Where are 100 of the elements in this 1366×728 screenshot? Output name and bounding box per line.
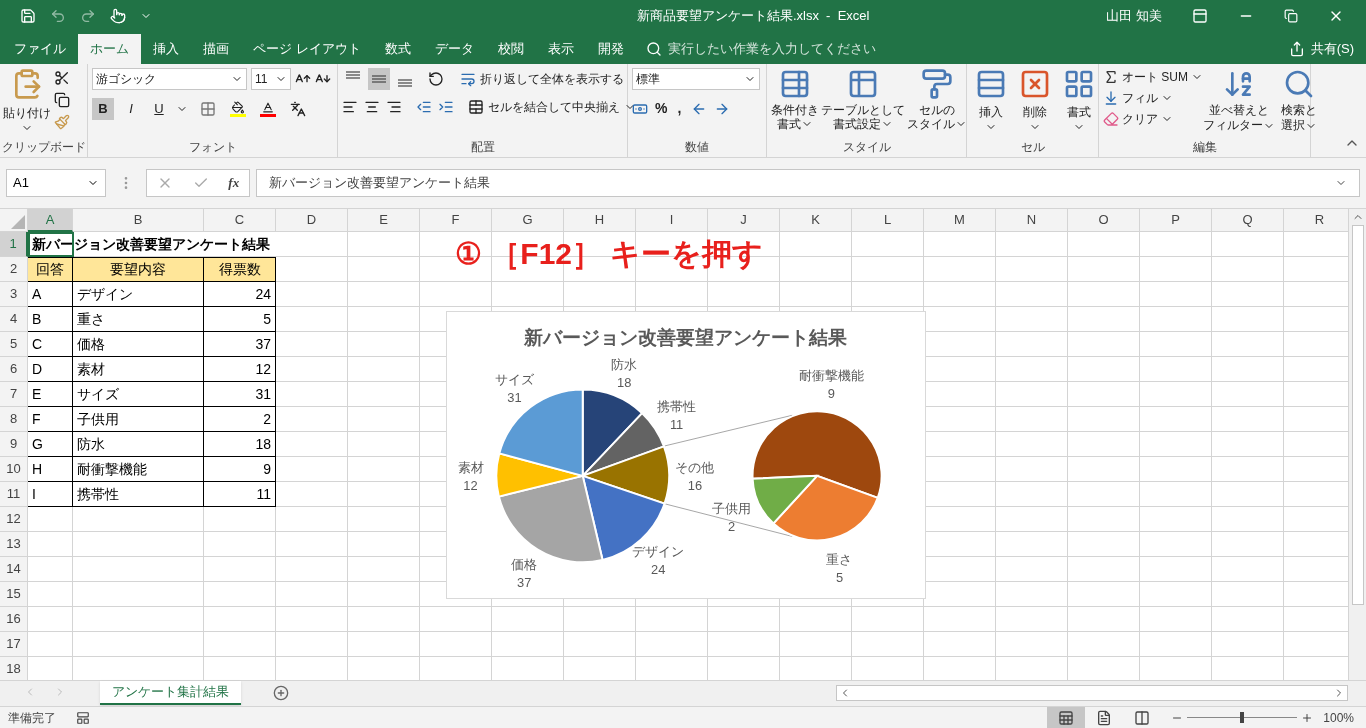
vertical-align-button[interactable] bbox=[368, 68, 390, 90]
edit-button[interactable]: 検索と 選択 bbox=[1281, 68, 1317, 137]
copy-icon[interactable] bbox=[54, 92, 70, 108]
scrollbar-thumb[interactable] bbox=[1351, 225, 1364, 605]
ribbon-tab[interactable]: 描画 bbox=[191, 34, 241, 64]
increase-indent-icon[interactable] bbox=[438, 99, 454, 115]
row-header[interactable]: 2 bbox=[0, 257, 28, 282]
add-sheet-icon[interactable] bbox=[273, 685, 289, 701]
vertical-scrollbar[interactable] bbox=[1348, 209, 1366, 680]
column-header[interactable]: O bbox=[1068, 209, 1140, 232]
column-header[interactable]: B bbox=[73, 209, 204, 232]
style-button[interactable]: 条件付き 書式 bbox=[771, 68, 819, 137]
row-header[interactable]: 10 bbox=[0, 457, 28, 482]
row-header[interactable]: 5 bbox=[0, 332, 28, 357]
column-header[interactable]: J bbox=[708, 209, 780, 232]
share-button[interactable]: 共有(S) bbox=[1288, 34, 1366, 64]
edit-button[interactable]: フィル bbox=[1103, 89, 1203, 107]
ribbon-tab[interactable]: ホーム bbox=[78, 34, 141, 64]
font-color-icon[interactable] bbox=[260, 101, 276, 117]
number-format-field[interactable]: 標準 bbox=[632, 68, 760, 90]
row-header[interactable]: 3 bbox=[0, 282, 28, 307]
ribbon-tab[interactable]: 表示 bbox=[535, 34, 586, 64]
cells-button[interactable]: 削除 bbox=[1019, 68, 1051, 137]
style-button[interactable]: テーブルとして 書式設定 bbox=[821, 68, 905, 137]
column-header[interactable]: D bbox=[276, 209, 348, 232]
touch-icon[interactable] bbox=[110, 8, 126, 24]
row-header[interactable]: 4 bbox=[0, 307, 28, 332]
row-header[interactable]: 9 bbox=[0, 432, 28, 457]
ribbon-tab[interactable]: 開発 bbox=[585, 34, 636, 64]
macro-record-icon[interactable] bbox=[76, 710, 90, 725]
style-button[interactable]: セルの スタイル bbox=[907, 68, 967, 137]
column-header[interactable]: Q bbox=[1212, 209, 1284, 232]
row-header[interactable]: 12 bbox=[0, 507, 28, 532]
column-header[interactable]: P bbox=[1140, 209, 1212, 232]
row-header[interactable]: 16 bbox=[0, 607, 28, 632]
column-header[interactable]: G bbox=[492, 209, 564, 232]
tell-me-field[interactable]: 実行したい作業を入力してください bbox=[645, 34, 876, 64]
align-center-icon[interactable] bbox=[364, 99, 380, 115]
column-header[interactable]: K bbox=[780, 209, 852, 232]
font-style-button[interactable]: U bbox=[148, 98, 170, 120]
font-name-field[interactable]: 游ゴシック bbox=[92, 68, 247, 90]
column-header[interactable]: M bbox=[924, 209, 996, 232]
zoom-slider-thumb[interactable] bbox=[1240, 712, 1245, 723]
cells-button[interactable]: 書式 bbox=[1063, 68, 1095, 137]
column-header[interactable]: C bbox=[204, 209, 276, 232]
align-left-icon[interactable] bbox=[342, 99, 358, 115]
merge-center-button[interactable]: セルを結合して中央揃え bbox=[468, 98, 636, 116]
column-header[interactable]: A bbox=[28, 209, 73, 232]
row-header[interactable]: 14 bbox=[0, 557, 28, 582]
cells-button[interactable]: 挿入 bbox=[975, 68, 1007, 137]
sheet-tab[interactable]: アンケート集計結果 bbox=[100, 681, 241, 705]
wrap-text-button[interactable]: 折り返して全体を表示する bbox=[460, 70, 624, 88]
align-right-icon[interactable] bbox=[386, 99, 402, 115]
font-style-button[interactable]: B bbox=[92, 98, 114, 120]
column-header[interactable]: I bbox=[636, 209, 708, 232]
fill-color-icon[interactable] bbox=[230, 101, 246, 117]
ribbon-tab[interactable]: ページ レイアウト bbox=[241, 34, 373, 64]
row-header[interactable]: 13 bbox=[0, 532, 28, 557]
paste-button[interactable]: 貼り付け bbox=[4, 68, 50, 137]
zoom-slider[interactable] bbox=[1187, 711, 1298, 724]
borders-icon[interactable] bbox=[200, 101, 216, 117]
insert-function-button[interactable]: fx bbox=[228, 173, 240, 193]
formula-field[interactable]: 新バージョン改善要望アンケート結果 bbox=[256, 169, 1360, 197]
ribbon-tab[interactable]: ファイル bbox=[2, 34, 78, 64]
column-header[interactable]: E bbox=[348, 209, 420, 232]
decrease-indent-icon[interactable] bbox=[416, 99, 432, 115]
orientation-icon[interactable] bbox=[428, 71, 444, 87]
edit-button[interactable]: 並べ替えと フィルター bbox=[1203, 68, 1275, 137]
cut-icon[interactable] bbox=[54, 70, 70, 86]
edit-button[interactable]: オート SUM bbox=[1103, 68, 1203, 86]
row-header[interactable]: 8 bbox=[0, 407, 28, 432]
row-header[interactable]: 11 bbox=[0, 482, 28, 507]
row-header[interactable]: 7 bbox=[0, 382, 28, 407]
column-header[interactable]: H bbox=[564, 209, 636, 232]
row-header[interactable]: 15 bbox=[0, 582, 28, 607]
column-header[interactable]: F bbox=[420, 209, 492, 232]
row-header[interactable]: 1 bbox=[0, 232, 28, 257]
row-header[interactable]: 6 bbox=[0, 357, 28, 382]
save-icon[interactable] bbox=[20, 8, 36, 24]
view-button[interactable] bbox=[1047, 706, 1086, 728]
font-style-button[interactable]: I bbox=[120, 98, 142, 120]
column-header[interactable]: N bbox=[996, 209, 1068, 232]
column-header[interactable]: L bbox=[852, 209, 924, 232]
name-box[interactable]: A1 bbox=[6, 169, 106, 197]
zoom-in-icon[interactable] bbox=[1301, 711, 1314, 724]
restore-icon[interactable] bbox=[1284, 9, 1298, 23]
column-header[interactable]: R bbox=[1284, 209, 1348, 232]
ribbon-tab[interactable]: 校閲 bbox=[485, 34, 536, 64]
ribbon-tab[interactable]: 数式 bbox=[372, 34, 423, 64]
comma-button[interactable]: , bbox=[674, 98, 685, 119]
ribbon-tab[interactable]: 挿入 bbox=[141, 34, 191, 64]
group-label: フォント bbox=[188, 139, 237, 156]
edit-button[interactable]: クリア bbox=[1103, 110, 1203, 128]
row-header[interactable]: 17 bbox=[0, 632, 28, 657]
phonetic-icon[interactable] bbox=[290, 101, 306, 117]
ribbon-display-icon[interactable] bbox=[1192, 8, 1208, 24]
row-header[interactable]: 18 bbox=[0, 657, 28, 680]
ribbon-tab[interactable]: データ bbox=[422, 34, 486, 64]
font-size-field[interactable]: 11 bbox=[251, 68, 291, 90]
percent-button[interactable]: % bbox=[655, 98, 668, 119]
